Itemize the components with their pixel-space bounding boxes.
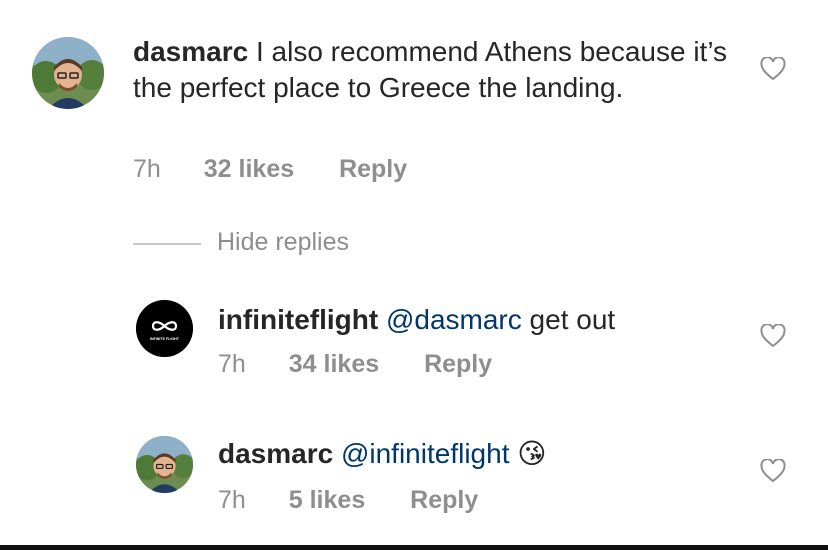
infinite-flight-logo-icon: INFINITE FLIGHT (136, 300, 193, 357)
comment-username[interactable]: dasmarc (133, 36, 248, 67)
heart-outline-icon (760, 459, 786, 483)
comment-time[interactable]: 7h (218, 350, 246, 379)
mention-link[interactable]: @dasmarc (386, 304, 522, 335)
reply-button[interactable]: Reply (339, 155, 407, 184)
like-button[interactable] (760, 57, 786, 81)
mention-link[interactable]: @infiniteflight (341, 438, 510, 469)
like-button[interactable] (760, 324, 786, 348)
comment-likes[interactable]: 32 likes (204, 155, 294, 184)
comment-text: get out (521, 304, 616, 335)
comment-likes[interactable]: 5 likes (289, 486, 365, 515)
divider-line (133, 243, 201, 245)
avatar[interactable]: INFINITE FLIGHT (136, 300, 193, 357)
user-photo-avatar-icon (32, 37, 104, 109)
heart-outline-icon (760, 57, 786, 81)
comment-likes[interactable]: 34 likes (289, 350, 379, 379)
comment-username[interactable]: infiniteflight (218, 304, 378, 335)
comment-username[interactable]: dasmarc (218, 438, 333, 469)
kissing-face-emoji-icon: 😘 (517, 437, 547, 470)
user-photo-avatar-icon (136, 436, 193, 493)
reply-button[interactable]: Reply (410, 486, 478, 515)
logo-caption: INFINITE FLIGHT (150, 337, 180, 341)
comment-time[interactable]: 7h (133, 155, 161, 184)
bottom-edge (0, 545, 828, 550)
heart-outline-icon (760, 324, 786, 348)
reply-button[interactable]: Reply (424, 350, 492, 379)
avatar[interactable] (32, 37, 104, 109)
comment-time[interactable]: 7h (218, 486, 246, 515)
like-button[interactable] (760, 459, 786, 483)
avatar[interactable] (136, 436, 193, 493)
hide-replies-label[interactable]: Hide replies (217, 228, 349, 257)
